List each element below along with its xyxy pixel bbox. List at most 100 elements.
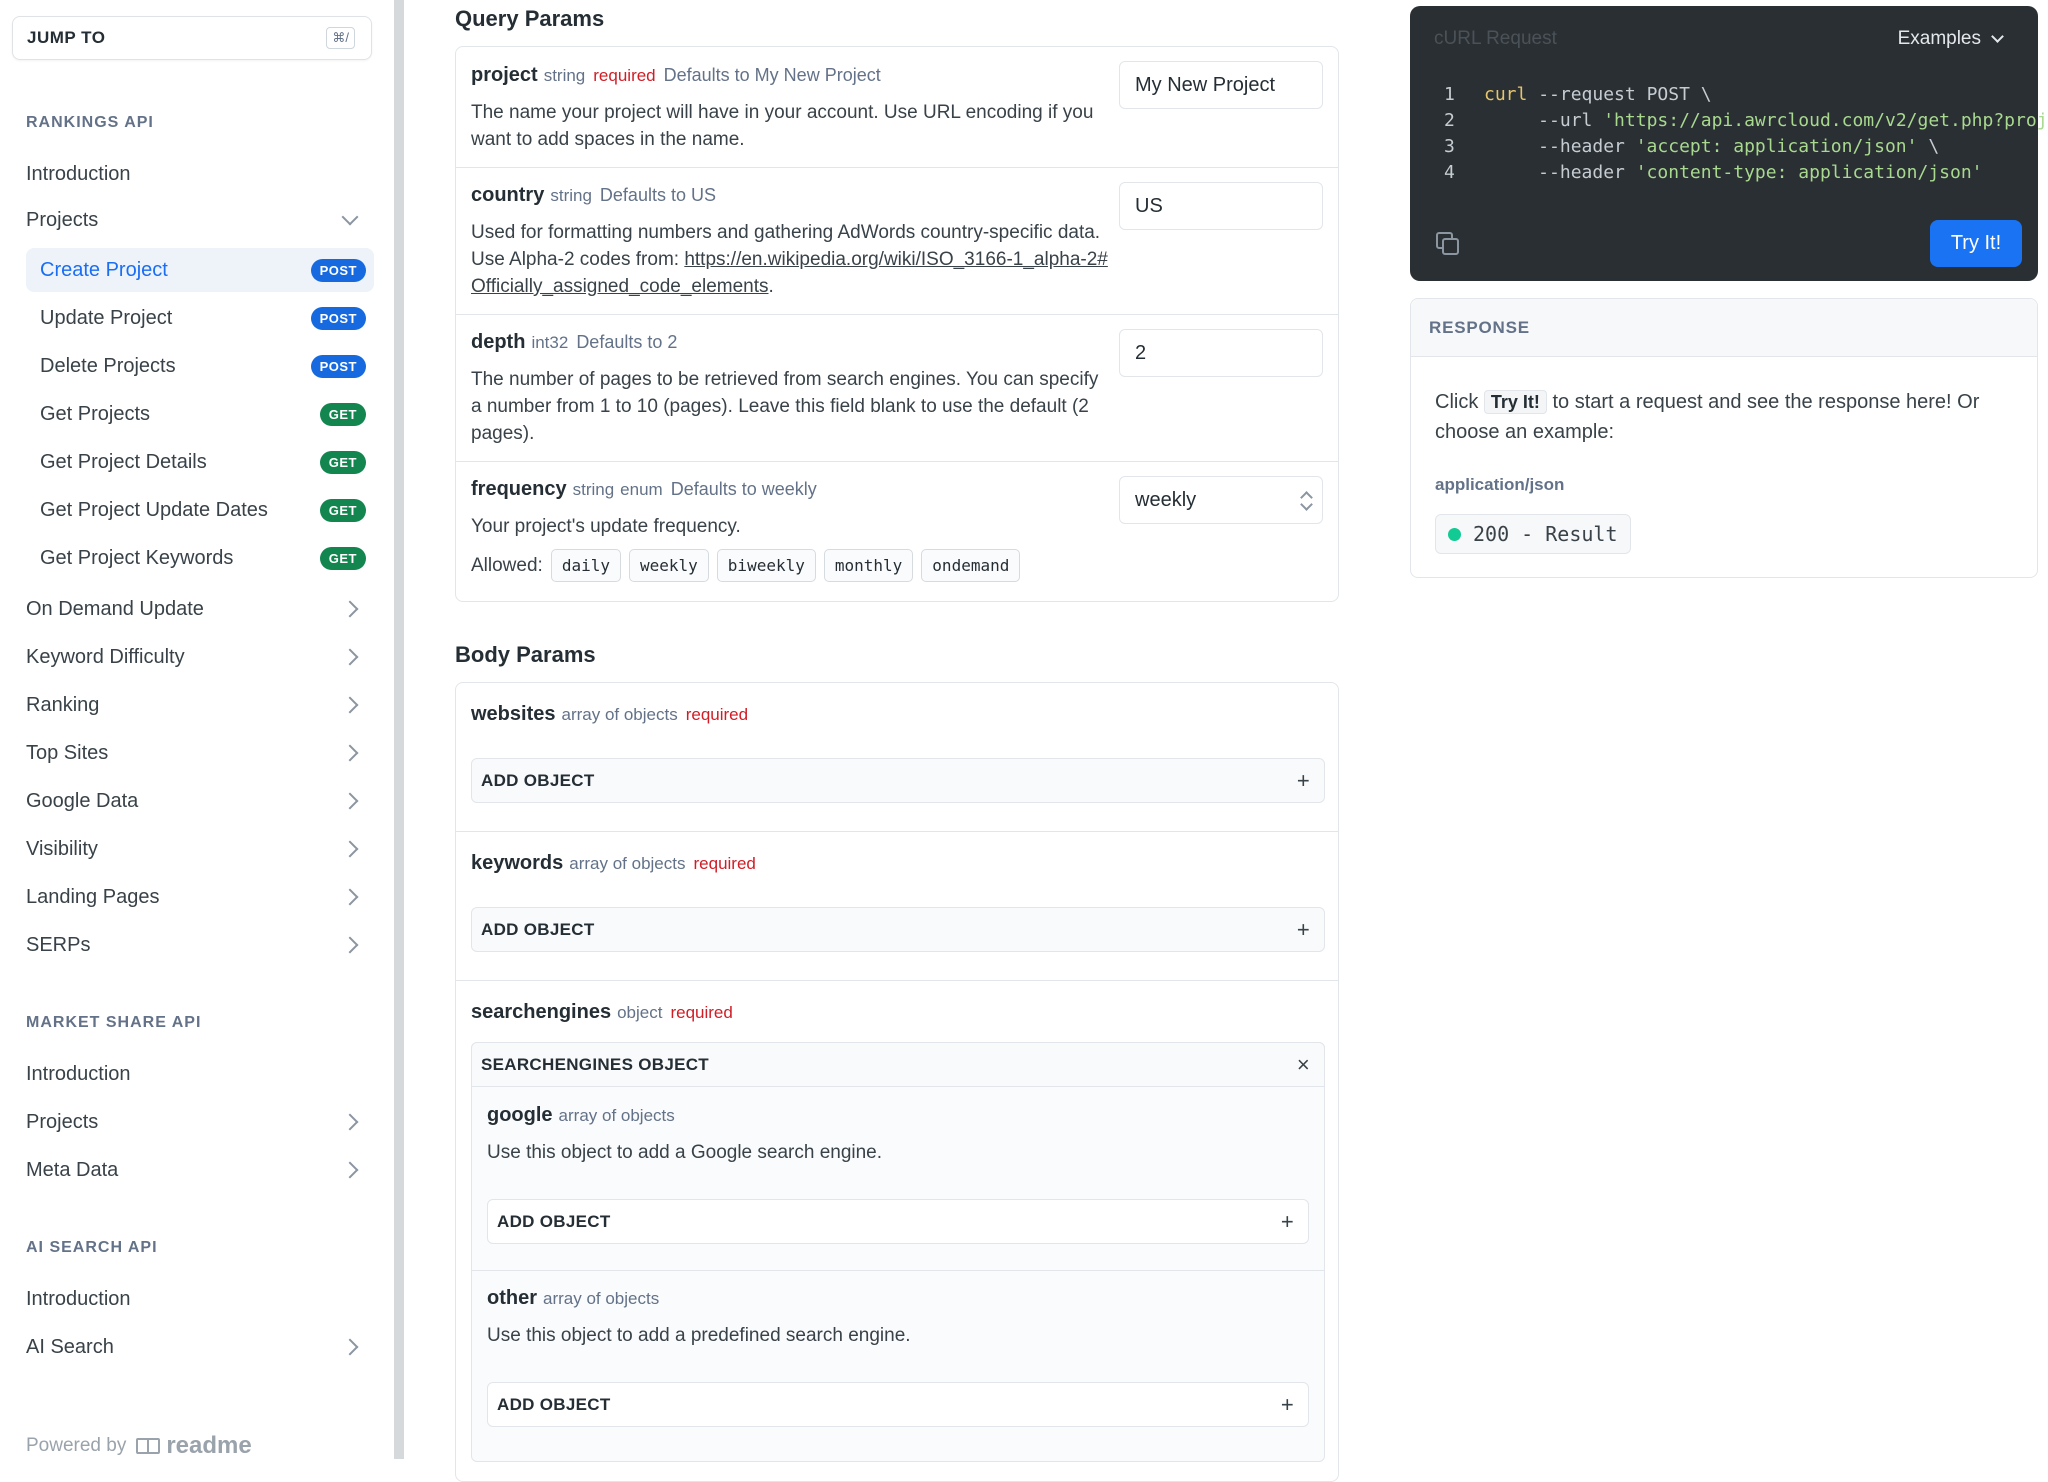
sidebar-item-projects[interactable]: Projects — [26, 198, 372, 242]
sidebar-item-visibility[interactable]: Visibility — [26, 827, 372, 871]
body-params-heading: Body Params — [455, 642, 596, 667]
param-name: keywords — [471, 852, 564, 874]
param-name: searchengines — [471, 1001, 612, 1023]
param-frequency: frequency string enum Defaults to weekly Yo… — [456, 462, 1338, 603]
code-text: --header — [1484, 136, 1636, 157]
description-end: . — [768, 276, 774, 297]
add-object-button[interactable]: ADD OBJECT + — [487, 1199, 1309, 1244]
sidebar-item-introduction[interactable]: Introduction — [26, 1052, 372, 1096]
method-badge: POST — [310, 306, 366, 330]
powered-by-label: Powered by — [26, 1435, 127, 1456]
shortcut-hint: ⌘/ — [326, 27, 355, 49]
param-header: frequency string enum Defaults to weekly — [471, 478, 817, 501]
frequency-select[interactable]: weekly — [1119, 476, 1323, 524]
param-description: Use this object to add a predefined sear… — [487, 1325, 911, 1346]
param-keywords: keywords array of objects required ADD OBJ… — [456, 832, 1338, 981]
sidebar-item-get-project-update-dates[interactable]: Get Project Update Dates GET — [26, 488, 374, 532]
param-header: depth int32 Defaults to 2 — [471, 331, 677, 354]
main-content: Query Params project string required Defaul… — [404, 0, 1404, 1482]
section-title-market-share-api: MARKET SHARE API — [26, 1014, 202, 1031]
sidebar-item-get-project-details[interactable]: Get Project Details GET — [26, 440, 374, 484]
try-it-button[interactable]: Try It! — [1930, 220, 2022, 267]
required-label: required — [670, 1003, 733, 1022]
sidebar-item-ai-search[interactable]: AI Search — [26, 1325, 372, 1369]
code-string: 'accept: application/json' — [1635, 136, 1918, 157]
method-badge: GET — [319, 498, 366, 522]
code-line: 2 --url 'https://api.awrcloud.com/v2/get… — [1444, 110, 2048, 131]
sidebar-item-delete-projects[interactable]: Delete Projects POST — [26, 344, 374, 388]
response-text-a: Click — [1435, 391, 1484, 413]
sidebar-item-introduction[interactable]: Introduction — [26, 1277, 372, 1321]
method-badge: GET — [319, 546, 366, 570]
sidebar-item-label: Meta Data — [26, 1158, 119, 1181]
param-searchengines: searchengines object required SEARCHENGINE… — [456, 981, 1338, 1481]
param-header: keywords array of objects required — [471, 852, 756, 875]
sidebar-item-projects[interactable]: Projects — [26, 1100, 372, 1144]
param-name: project — [471, 64, 538, 86]
sidebar-item-update-project[interactable]: Update Project POST — [26, 296, 374, 340]
sidebar-item-label: Get Project Details — [40, 450, 207, 473]
method-badge: POST — [310, 354, 366, 378]
sidebar-item-top-sites[interactable]: Top Sites — [26, 731, 372, 775]
response-example-button[interactable]: 200 - Result — [1435, 514, 1631, 554]
request-language-dropdown[interactable]: cURL Request — [1434, 28, 1557, 50]
param-default: Defaults to weekly — [670, 479, 817, 499]
section-title-rankings-api: RANKINGS API — [26, 114, 154, 131]
sidebar-item-landing-pages[interactable]: Landing Pages — [26, 875, 372, 919]
book-icon — [136, 1438, 161, 1454]
sidebar-item-keyword-difficulty[interactable]: Keyword Difficulty — [26, 635, 372, 679]
sidebar-item-google-data[interactable]: Google Data — [26, 779, 372, 823]
sidebar-item-get-projects[interactable]: Get Projects GET — [26, 392, 374, 436]
add-object-label: ADD OBJECT — [481, 770, 595, 790]
depth-input[interactable]: 2 — [1119, 329, 1323, 377]
sidebar-item-create-project[interactable]: Create Project POST — [26, 248, 374, 292]
searchengines-object-panel: SEARCHENGINES OBJECT × google array of ob… — [471, 1042, 1325, 1462]
powered-by-footer[interactable]: Powered by readme — [26, 1432, 252, 1460]
code-text: --request POST \ — [1527, 84, 1712, 105]
param-type: array of objects — [569, 854, 686, 873]
chevron-down-icon — [341, 208, 359, 226]
sidebar-item-label: On Demand Update — [26, 597, 204, 620]
param-header: project string required Defaults to My New … — [471, 64, 881, 87]
jump-to-search[interactable]: JUMP TO ⌘/ — [12, 16, 372, 60]
chevron-right-icon — [341, 840, 359, 858]
country-input[interactable]: US — [1119, 182, 1323, 230]
code-string: 'https://api.awrcloud.com/v2/get.php?pro… — [1603, 110, 2048, 131]
chevron-right-icon — [341, 936, 359, 954]
chevron-right-icon — [341, 744, 359, 762]
readme-logo-text: readme — [166, 1432, 252, 1459]
copy-icon[interactable] — [1434, 230, 1459, 255]
code-text: --header — [1484, 162, 1636, 183]
sidebar-item-introduction[interactable]: Introduction — [26, 152, 372, 196]
param-default: Defaults to 2 — [576, 332, 678, 352]
param-type: string — [543, 66, 586, 85]
close-icon[interactable]: × — [1297, 1052, 1310, 1078]
sidebar-item-get-project-keywords[interactable]: Get Project Keywords GET — [26, 536, 374, 580]
sidebar-item-meta-data[interactable]: Meta Data — [26, 1148, 372, 1192]
sidebar-item-on-demand-update[interactable]: On Demand Update — [26, 587, 372, 631]
project-input[interactable]: My New Project — [1119, 61, 1323, 109]
examples-dropdown[interactable]: Examples — [1898, 28, 2004, 50]
param-default: Defaults to US — [599, 185, 716, 205]
add-object-button[interactable]: ADD OBJECT + — [471, 758, 1325, 803]
code-line: 3 --header 'accept: application/json' \ — [1444, 136, 1939, 157]
param-name: websites — [471, 703, 556, 725]
required-label: required — [693, 854, 756, 873]
chevron-right-icon — [341, 1113, 359, 1131]
add-object-button[interactable]: ADD OBJECT + — [471, 907, 1325, 952]
method-badge: GET — [319, 402, 366, 426]
code-line: 1 curl --request POST \ — [1444, 84, 1712, 105]
method-badge: POST — [310, 258, 366, 282]
code-keyword: curl — [1484, 84, 1528, 105]
param-depth: depth int32 Defaults to 2 The number of pa… — [456, 315, 1338, 462]
plus-icon: + — [1280, 1391, 1294, 1417]
sidebar-item-ranking[interactable]: Ranking — [26, 683, 372, 727]
sidebar-item-serps[interactable]: SERPs — [26, 923, 372, 967]
sidebar-scrollbar[interactable] — [394, 0, 404, 1459]
add-object-button[interactable]: ADD OBJECT + — [487, 1382, 1309, 1427]
param-header: websites array of objects required — [471, 703, 748, 726]
searchengines-object-header[interactable]: SEARCHENGINES OBJECT × — [471, 1042, 1325, 1087]
add-object-label: ADD OBJECT — [497, 1394, 611, 1414]
jump-to-label: JUMP TO — [27, 28, 106, 47]
param-type: string — [572, 480, 615, 499]
